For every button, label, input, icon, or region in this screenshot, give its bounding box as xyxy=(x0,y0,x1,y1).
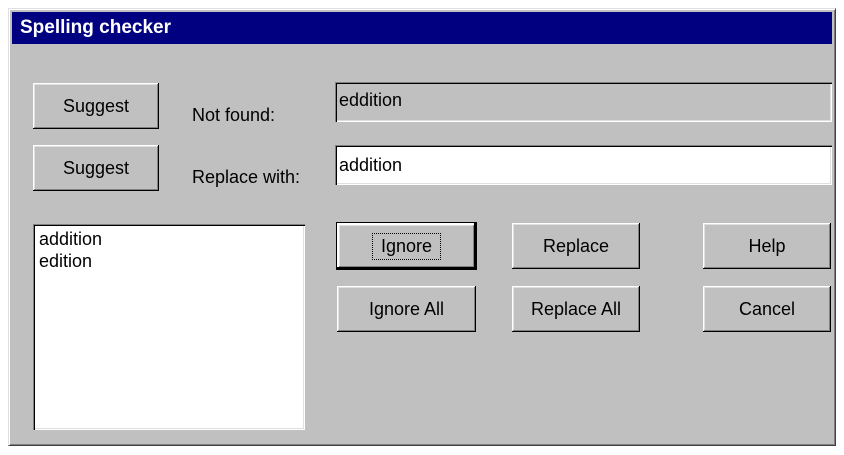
spelling-checker-dialog: Spelling checker Suggest Not found: eddi… xyxy=(8,8,836,446)
replace-button[interactable]: Replace xyxy=(512,223,640,269)
list-item[interactable]: edition xyxy=(39,250,299,272)
replace-all-button[interactable]: Replace All xyxy=(512,286,640,332)
replace-with-label: Replace with: xyxy=(192,167,301,187)
replace-with-input[interactable] xyxy=(335,145,832,185)
focus-indicator: Ignore xyxy=(371,232,442,260)
list-item[interactable]: addition xyxy=(39,228,299,250)
ignore-button[interactable]: Ignore xyxy=(336,222,477,270)
not-found-label: Not found: xyxy=(192,105,276,125)
window-title: Spelling checker xyxy=(20,17,172,38)
not-found-field: eddition xyxy=(335,82,832,122)
ignore-button-label: Ignore xyxy=(380,235,433,256)
suggest-replace-button[interactable]: Suggest xyxy=(33,145,159,191)
ignore-all-button[interactable]: Ignore All xyxy=(337,286,476,332)
cancel-button[interactable]: Cancel xyxy=(703,286,831,332)
title-bar[interactable]: Spelling checker xyxy=(12,12,832,44)
suggestions-listbox[interactable]: addition edition xyxy=(33,224,305,430)
suggest-not-found-button[interactable]: Suggest xyxy=(33,83,159,129)
help-button[interactable]: Help xyxy=(703,223,831,269)
